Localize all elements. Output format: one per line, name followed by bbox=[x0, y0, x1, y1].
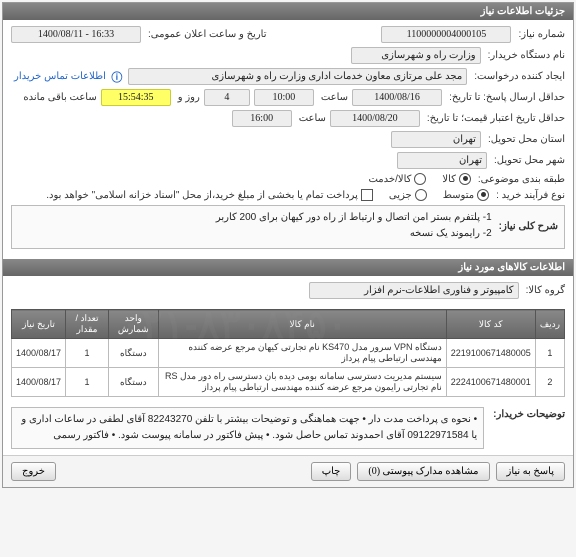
cell-unit: دستگاه bbox=[108, 339, 158, 368]
goods-section-title: اطلاعات کالاهای مورد نیاز bbox=[458, 262, 565, 273]
need-summary-label: شرح کلی نیاز: bbox=[499, 221, 558, 232]
class-service-radio[interactable]: کالا/خدمت bbox=[368, 173, 426, 185]
need-summary-line1: 1- پلتفرم بستر امن اتصال و ارتباط از راه… bbox=[18, 210, 492, 226]
cell-name: دستگاه VPN سرور مدل KS470 نام تجارتی کیه… bbox=[158, 339, 446, 368]
buy-type-small-text: جزیی bbox=[389, 190, 412, 201]
need-no-label: شماره نیاز: bbox=[518, 29, 565, 40]
reply-deadline-label: حداقل ارسال پاسخ: تا تاریخ: bbox=[449, 92, 565, 103]
remaining-suffix: ساعت باقی مانده bbox=[23, 92, 96, 103]
goods-table: ردیف کد کالا نام کالا واحد شمارش تعداد /… bbox=[11, 309, 565, 397]
cell-code: 2224100671480001 bbox=[446, 368, 535, 397]
col-code: کد کالا bbox=[446, 310, 535, 339]
announce-dt-value: 1400/08/11 - 16:33 bbox=[11, 26, 141, 43]
radio-icon bbox=[477, 189, 489, 201]
need-summary-line2: 2- رایموند یک نسخه bbox=[18, 226, 492, 242]
buy-type-label: نوع فرآیند خرید : bbox=[496, 190, 565, 201]
cell-row: 1 bbox=[535, 339, 564, 368]
buy-type-mid-text: متوسط bbox=[443, 190, 474, 201]
checkbox-icon bbox=[361, 189, 373, 201]
reply-button[interactable]: پاسخ به نیاز bbox=[496, 462, 566, 481]
radio-icon bbox=[459, 173, 471, 185]
creator-value: مجد علی مرتازی معاون خدمات اداری وزارت ر… bbox=[128, 68, 467, 85]
cell-qty: 1 bbox=[66, 339, 109, 368]
province-value: تهران bbox=[391, 131, 481, 148]
goods-table-wrap: ردیف کد کالا نام کالا واحد شمارش تعداد /… bbox=[3, 305, 573, 401]
print-button[interactable]: چاپ bbox=[311, 462, 352, 481]
table-row: 1 2219100671480005 دستگاه VPN سرور مدل K… bbox=[12, 339, 565, 368]
reply-time: 10:00 bbox=[254, 89, 314, 106]
class-goods-text: کالا bbox=[442, 174, 456, 185]
remaining-time: 15:54:35 bbox=[101, 89, 171, 106]
radio-icon bbox=[415, 189, 427, 201]
radio-icon bbox=[414, 173, 426, 185]
creator-label: ایجاد کننده درخواست: bbox=[474, 71, 565, 82]
treasury-check[interactable]: پرداخت تمام یا بخشی از مبلغ خرید،از محل … bbox=[46, 189, 373, 201]
need-no-value: 1100000004000105 bbox=[381, 26, 511, 43]
group-label: گروه کالا: bbox=[526, 285, 565, 296]
treasury-note: پرداخت تمام یا بخشی از مبلغ خرید،از محل … bbox=[46, 190, 358, 201]
col-qty: تعداد / مقدار bbox=[66, 310, 109, 339]
announce-dt-label: تاریخ و ساعت اعلان عمومی: bbox=[148, 29, 267, 40]
time-label-1: ساعت bbox=[321, 92, 348, 103]
main-form: شماره نیاز: 1100000004000105 تاریخ و ساع… bbox=[3, 20, 573, 259]
close-button[interactable]: خروج bbox=[11, 462, 56, 481]
cell-date: 1400/08/17 bbox=[12, 339, 66, 368]
col-row: ردیف bbox=[535, 310, 564, 339]
buyer-note-label: توضیحات خریدار: bbox=[493, 407, 565, 420]
goods-section-header: اطلاعات کالاهای مورد نیاز bbox=[3, 259, 573, 276]
col-name: نام کالا bbox=[158, 310, 446, 339]
cell-qty: 1 bbox=[66, 368, 109, 397]
cell-name: سیستم مدیریت دسترسی سامانه بومی دیده بان… bbox=[158, 368, 446, 397]
page-title-bar: جزئیات اطلاعات نیاز bbox=[3, 3, 573, 20]
days-and-label: روز و bbox=[178, 92, 200, 103]
cell-row: 2 bbox=[535, 368, 564, 397]
attachments-button[interactable]: مشاهده مدارک پیوستی (0) bbox=[357, 462, 489, 481]
group-value: کامپیوتر و فناوری اطلاعات-نرم افزار bbox=[309, 282, 519, 299]
need-details-page: جزئیات اطلاعات نیاز شماره نیاز: 11000000… bbox=[2, 2, 574, 488]
info-icon[interactable]: ⓘ bbox=[110, 70, 124, 84]
reply-date: 1400/08/16 bbox=[352, 89, 442, 106]
col-date: تاریخ نیاز bbox=[12, 310, 66, 339]
cell-code: 2219100671480005 bbox=[446, 339, 535, 368]
buyer-note-box: توضیحات خریدار: • نحوه ی پرداخت مدت دار … bbox=[3, 401, 573, 455]
cell-unit: دستگاه bbox=[108, 368, 158, 397]
class-service-text: کالا/خدمت bbox=[368, 174, 411, 185]
time-label-2: ساعت bbox=[299, 113, 326, 124]
city-value: تهران bbox=[397, 152, 487, 169]
class-label: طبقه بندی موضوعی: bbox=[478, 174, 565, 185]
page-title: جزئیات اطلاعات نیاز bbox=[481, 6, 565, 17]
buyer-note-text: • نحوه ی پرداخت مدت دار • جهت هماهنگی و … bbox=[11, 407, 484, 449]
province-label: استان محل تحویل: bbox=[488, 134, 565, 145]
days-count: 4 bbox=[204, 89, 250, 106]
validity-date: 1400/08/20 bbox=[330, 110, 420, 127]
col-unit: واحد شمارش bbox=[108, 310, 158, 339]
buy-type-small-radio[interactable]: جزیی bbox=[389, 189, 427, 201]
buy-type-mid-radio[interactable]: متوسط bbox=[443, 189, 489, 201]
city-label: شهر محل تحویل: bbox=[494, 155, 565, 166]
validity-label: حداقل تاریخ اعتبار قیمت؛ تا تاریخ: bbox=[427, 113, 565, 124]
footer-bar: پاسخ به نیاز مشاهده مدارک پیوستی (0) چاپ… bbox=[3, 455, 573, 487]
class-goods-radio[interactable]: کالا bbox=[442, 173, 471, 185]
buyer-org-label: نام دستگاه خریدار: bbox=[488, 50, 565, 61]
need-summary-box: شرح کلی نیاز: 1- پلتفرم بستر امن اتصال و… bbox=[11, 205, 565, 249]
validity-time: 16:00 bbox=[232, 110, 292, 127]
buyer-contact-link[interactable]: اطلاعات تماس خریدار bbox=[14, 71, 106, 82]
buyer-org-value: وزارت راه و شهرسازی bbox=[351, 47, 481, 64]
table-row: 2 2224100671480001 سیستم مدیریت دسترسی س… bbox=[12, 368, 565, 397]
cell-date: 1400/08/17 bbox=[12, 368, 66, 397]
